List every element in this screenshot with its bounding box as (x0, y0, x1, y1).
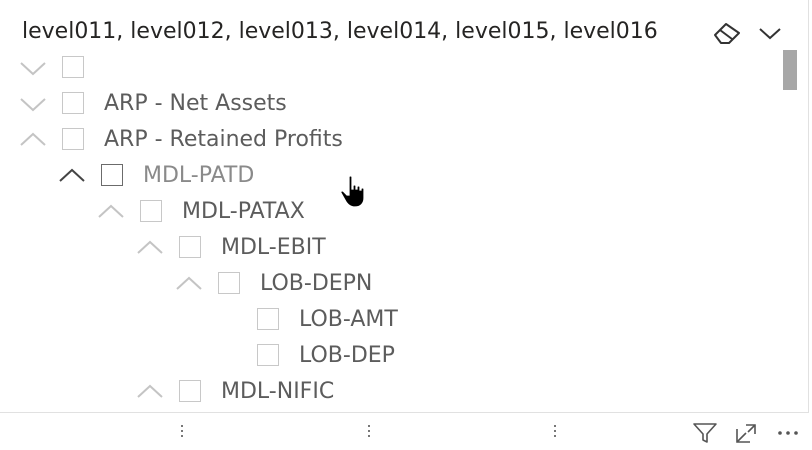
filter-icon[interactable] (692, 421, 718, 445)
chevron-up-icon[interactable] (174, 271, 206, 297)
slicer-item[interactable]: LOB-DEPN (0, 266, 780, 302)
slicer-item[interactable] (0, 50, 780, 86)
slicer-item-label: ARP - Retained Profits (104, 127, 343, 152)
chevron-up-icon[interactable] (96, 199, 128, 225)
slicer-item[interactable]: MDL-EBIT (0, 230, 780, 266)
slicer-item-label: MDL-PATD (143, 163, 255, 188)
item-checkbox[interactable] (218, 272, 240, 294)
chevron-down-icon[interactable] (756, 20, 784, 46)
chevron-up-icon[interactable] (18, 127, 50, 153)
item-checkbox[interactable] (257, 344, 279, 366)
slicer-item-label: LOB-AMT (299, 307, 398, 332)
item-checkbox[interactable] (179, 236, 201, 258)
slicer-item[interactable]: LOB-DEP (0, 338, 780, 374)
item-checkbox[interactable] (62, 128, 84, 150)
slicer-item-label: MDL-PATAX (182, 199, 305, 224)
item-checkbox[interactable] (62, 56, 84, 78)
item-checkbox[interactable] (140, 200, 162, 222)
eraser-icon[interactable] (711, 20, 743, 46)
slicer-item[interactable]: MDL-PATAX (0, 194, 780, 230)
slicer-header: level011, level012, level013, level014, … (0, 14, 808, 50)
slicer-item-label: MDL-EBIT (221, 235, 326, 260)
more-options-icon[interactable] (776, 421, 802, 445)
slicer-item[interactable]: MDL-NIFIC (0, 374, 780, 410)
slicer-item[interactable]: ARP - Retained Profits (0, 122, 780, 158)
chevron-down-icon[interactable] (18, 55, 50, 81)
chevron-down-icon[interactable] (18, 91, 50, 117)
item-checkbox[interactable] (257, 308, 279, 330)
vertical-scrollbar[interactable] (783, 50, 797, 90)
resize-handle[interactable] (367, 422, 371, 442)
slicer-item-label: ARP - Net Assets (104, 91, 287, 116)
chevron-up-icon[interactable] (135, 235, 167, 261)
slicer-header-title[interactable]: level011, level012, level013, level014, … (22, 14, 692, 50)
item-checkbox[interactable] (179, 380, 201, 402)
slicer-visual: level011, level012, level013, level014, … (0, 0, 809, 413)
slicer-item[interactable]: ARP - Net Assets (0, 86, 780, 122)
chevron-up-icon[interactable] (135, 379, 167, 405)
slicer-item-label: MDL-NIFIC (221, 379, 335, 404)
slicer-item-list: ARP - Net Assets ARP - Retained Profits MD… (0, 50, 780, 410)
slicer-item-label: LOB-DEP (299, 343, 395, 368)
resize-handle[interactable] (180, 422, 184, 442)
resize-handle[interactable] (553, 422, 557, 442)
slicer-item[interactable]: MDL-PATD (0, 158, 780, 194)
visual-footer (0, 415, 812, 450)
item-checkbox[interactable] (101, 164, 123, 186)
item-checkbox[interactable] (62, 92, 84, 114)
slicer-item-label: LOB-DEPN (260, 271, 373, 296)
focus-mode-icon[interactable] (734, 421, 760, 445)
chevron-up-icon[interactable] (57, 163, 89, 189)
slicer-item[interactable]: LOB-AMT (0, 302, 780, 338)
